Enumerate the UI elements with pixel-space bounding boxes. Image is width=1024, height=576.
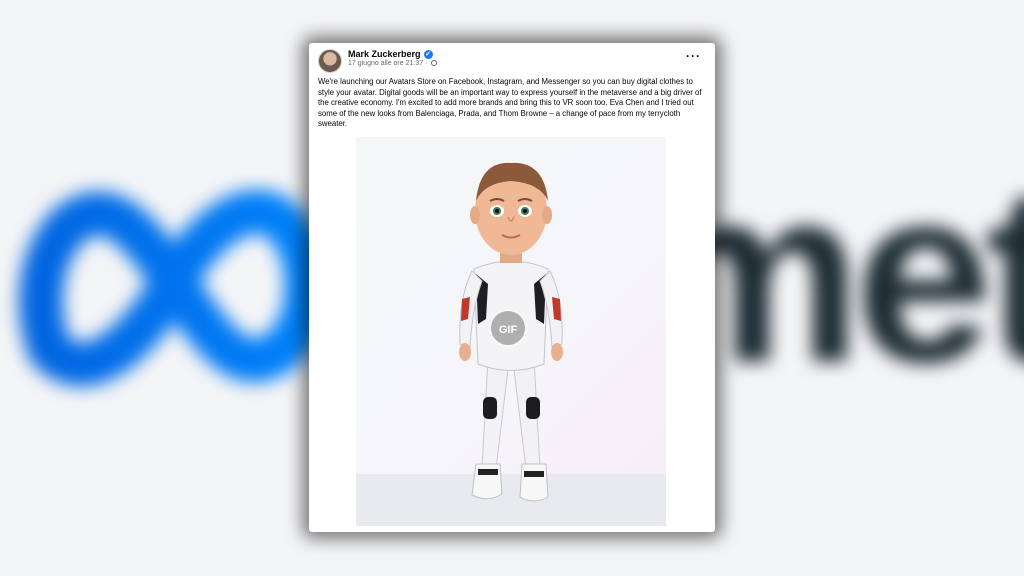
facebook-post-card: Mark Zuckerberg ✓ 17 giugno alle ore 21:3… [309,43,715,532]
author-avatar[interactable] [318,49,342,73]
author-name[interactable]: Mark Zuckerberg ✓ [348,49,433,60]
post-meta: 17 giugno alle ore 21:37 · [348,60,438,67]
post-text: We're launching our Avatars Store on Fac… [318,77,702,128]
meta-separator: · [425,60,428,67]
verified-badge-icon: ✓ [423,50,433,60]
post-media-gif[interactable]: GIF [356,137,666,526]
meta-infinity-icon [19,189,329,387]
gif-play-button[interactable]: GIF [489,309,527,347]
globe-icon [431,60,438,67]
author-name-text[interactable]: Mark Zuckerberg [348,49,421,59]
post-timestamp[interactable]: 17 giugno alle ore 21:37 [348,60,423,67]
more-options-button[interactable]: ··· [686,49,701,63]
